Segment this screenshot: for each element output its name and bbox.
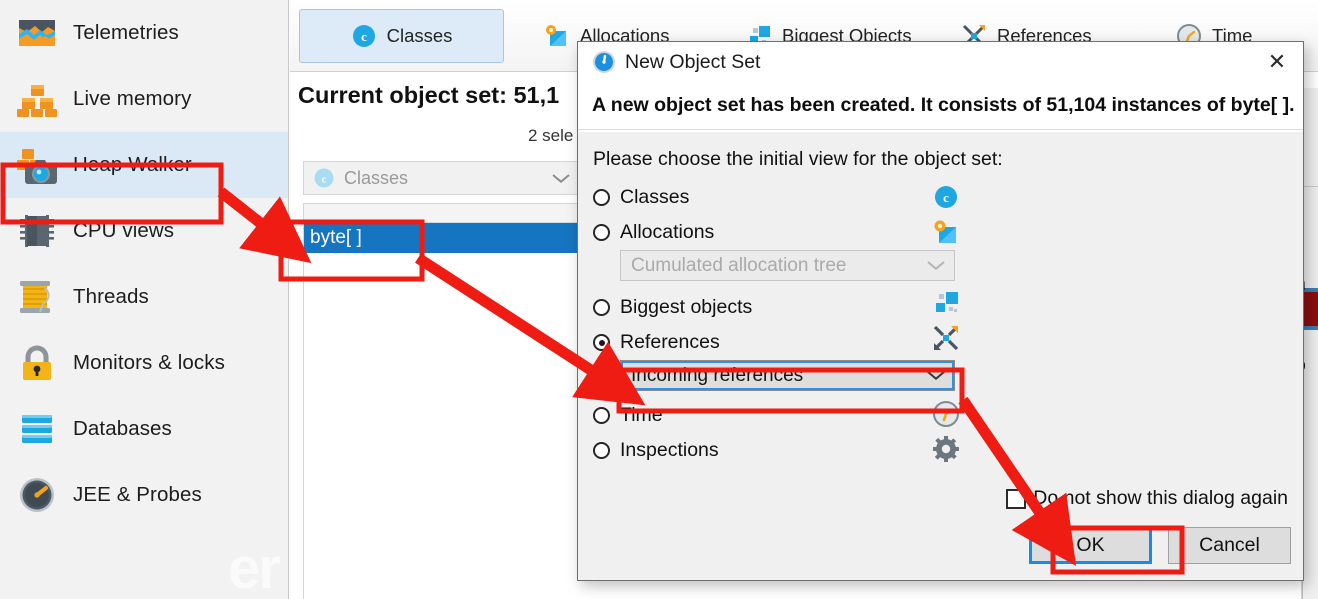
cpu-views-icon [14,208,60,254]
allocations-icon [932,218,960,246]
do-not-show-again-label: Do not show this dialog again [1033,487,1288,509]
selection-info: 2 sele [528,126,574,145]
option-label: Time [620,404,663,426]
threads-icon [14,274,60,320]
sidebar: Telemetries Live memory Heap Walker CPU … [0,0,289,599]
references-mode-value: Incoming references [631,364,804,386]
classes-icon: c [932,183,960,211]
jee-probes-icon [14,472,60,518]
cancel-button-label: Cancel [1199,534,1260,556]
ok-button[interactable]: OK [1029,527,1152,564]
radio-option-inspections[interactable]: Inspections [593,433,983,468]
do-not-show-again-row[interactable]: Do not show this dialog again [1006,487,1288,510]
sidebar-item-live-memory[interactable]: Live memory [0,66,288,132]
classes-icon: c [351,23,377,49]
sidebar-item-monitors-locks[interactable]: Monitors & locks [0,330,288,396]
radio-option-classes[interactable]: Classes [593,180,983,215]
radio-option-references[interactable]: References [593,325,983,360]
chevron-down-icon [928,261,944,270]
radio-biggest-objects[interactable] [593,299,610,316]
sidebar-item-cpu-views[interactable]: CPU views [0,198,288,264]
app-window: Telemetries Live memory Heap Walker CPU … [0,0,1318,599]
svg-text:c: c [943,190,949,205]
radio-classes[interactable] [593,189,610,206]
sidebar-item-label: JEE & Probes [73,483,202,506]
sidebar-item-label: CPU views [73,219,175,242]
sidebar-item-jee-probes[interactable]: JEE & Probes [0,462,288,528]
option-label: Classes [620,186,690,208]
sidebar-item-telemetries[interactable]: Telemetries [0,0,288,66]
dialog-banner: A new object set has been created. It co… [578,82,1303,130]
object-set-label: Current object set: [298,82,507,108]
ok-button-label: OK [1076,534,1105,556]
radio-references[interactable] [593,334,610,351]
new-object-set-dialog: New Object Set ✕ A new object set has be… [577,41,1304,581]
sidebar-item-label: Threads [73,285,149,308]
svg-text:c: c [322,174,327,186]
radio-inspections[interactable] [593,442,610,459]
biggest-objects-icon [932,289,960,317]
option-label: Inspections [620,439,719,461]
radio-option-biggest-objects[interactable]: Biggest objects [593,290,983,325]
live-memory-icon [14,76,60,122]
heap-walker-icon [14,142,60,188]
allocations-mode-value: Cumulated allocation tree [631,254,847,276]
monitors-locks-icon [14,340,60,386]
allocations-mode-combo: Cumulated allocation tree [620,250,955,281]
option-label: Biggest objects [620,296,753,318]
object-set-value: 51,1 [513,82,560,108]
clock-icon [932,400,960,428]
jprofiler-icon [592,50,616,74]
do-not-show-again-checkbox[interactable] [1006,488,1027,509]
databases-icon [14,406,60,452]
gear-icon [932,435,960,463]
sidebar-item-label: Live memory [73,87,192,110]
dialog-buttons: OK Cancel [1029,527,1291,564]
radio-allocations[interactable] [593,224,610,241]
radio-option-time[interactable]: Time [593,398,983,433]
sidebar-item-label: Heap Walker [73,153,192,176]
option-label: References [620,331,720,353]
tab-label: Classes [386,25,453,46]
allocations-icon [544,23,570,49]
dialog-titlebar: New Object Set ✕ [578,42,1303,82]
references-icon [932,324,960,352]
view-selector-combo[interactable]: c Classes [303,161,579,195]
sidebar-item-label: Telemetries [73,21,179,44]
classes-icon: c [313,167,335,189]
watermark: er [228,536,281,599]
chevron-down-icon[interactable] [928,371,944,380]
option-label: Allocations [620,221,715,243]
strip-divider [1303,186,1318,187]
telemetries-icon [14,10,60,56]
view-options-group: Classes Allocations Cumulated allocation… [593,180,983,468]
sidebar-item-heap-walker[interactable]: Heap Walker [0,132,288,198]
dialog-body: Please choose the initial view for the o… [578,131,1303,580]
radio-time[interactable] [593,407,610,424]
sidebar-item-databases[interactable]: Databases [0,396,288,462]
sidebar-item-label: Monitors & locks [73,351,225,374]
radio-option-allocations[interactable]: Allocations [593,215,983,250]
current-object-set: Current object set: 51,1 [298,82,559,109]
cancel-button[interactable]: Cancel [1168,527,1291,564]
chevron-down-icon [553,174,569,183]
view-combo-value: Classes [344,167,409,188]
svg-text:c: c [361,29,367,44]
tab-classes[interactable]: c Classes [299,9,504,63]
dialog-prompt: Please choose the initial view for the o… [593,148,1003,170]
table-cell-class-name: byte[ ] [310,227,362,248]
sidebar-item-threads[interactable]: Threads [0,264,288,330]
dialog-title: New Object Set [625,50,761,73]
sidebar-item-label: Databases [73,417,172,440]
close-icon[interactable]: ✕ [1259,47,1295,77]
references-mode-combo[interactable]: Incoming references [620,360,955,391]
